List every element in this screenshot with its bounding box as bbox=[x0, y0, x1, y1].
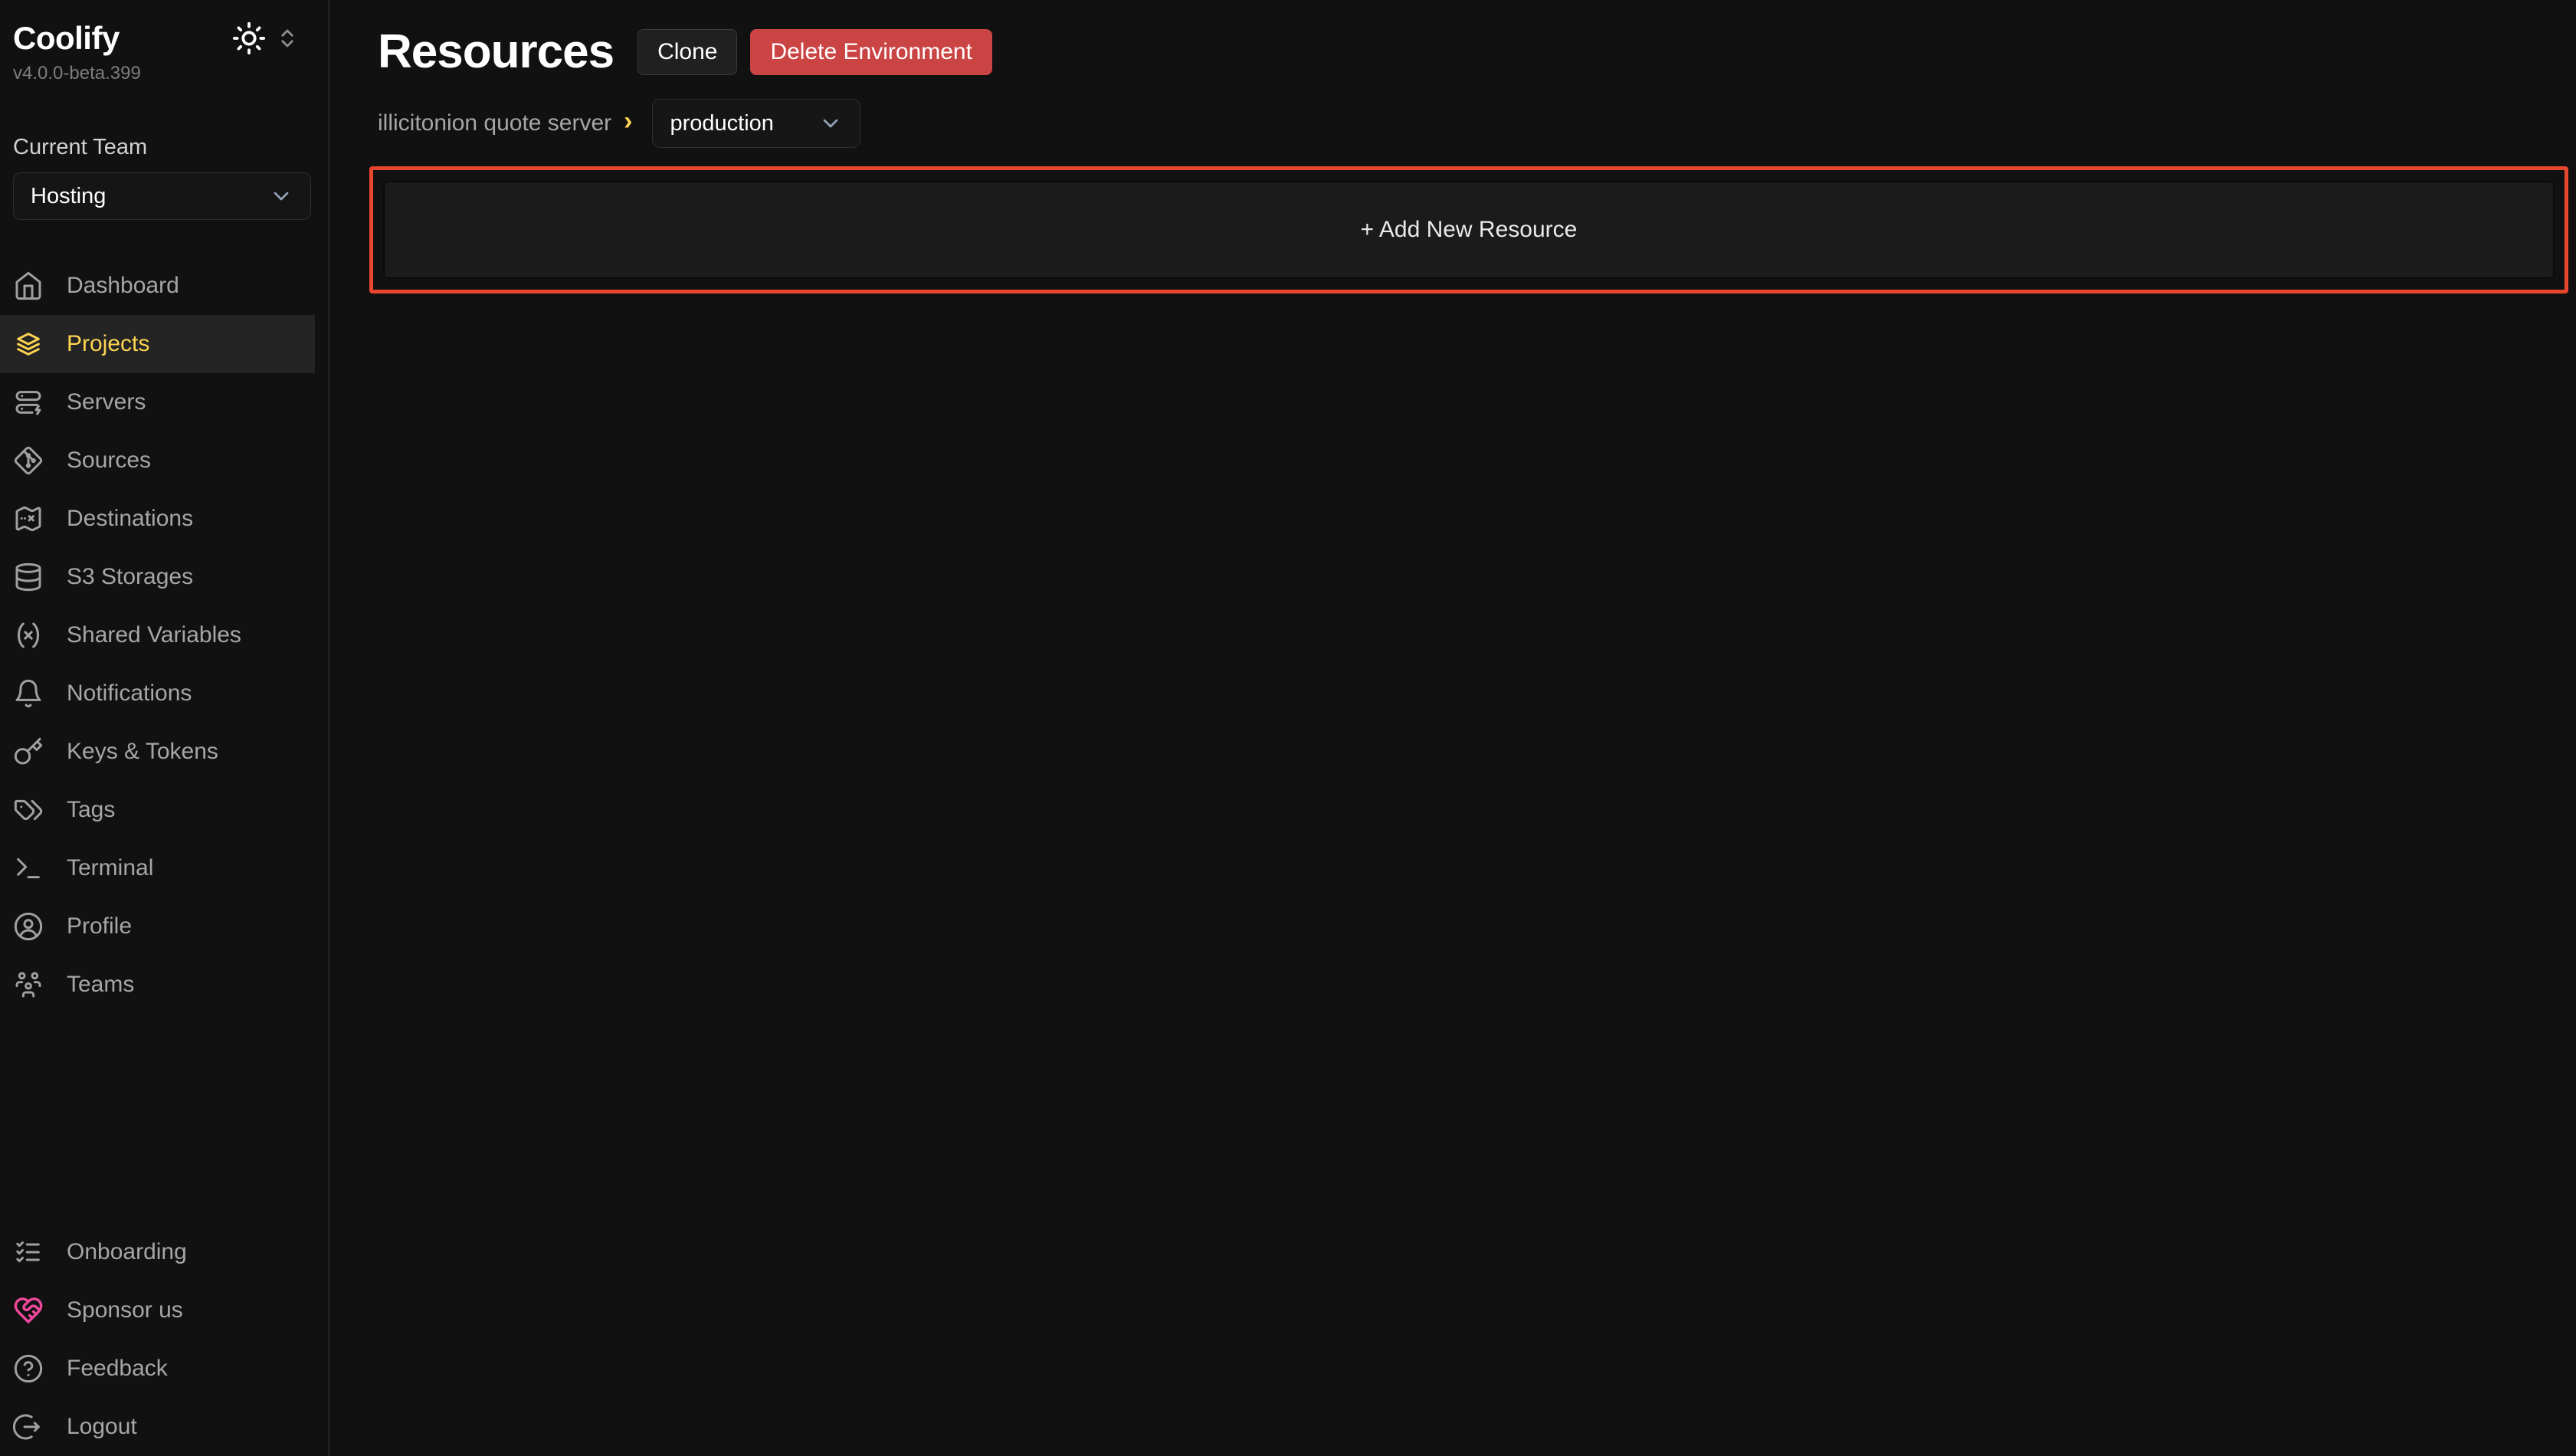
sidebar-item-label: Terminal bbox=[67, 855, 153, 881]
sidebar-item-label: Sources bbox=[67, 448, 151, 474]
sidebar-item-label: Dashboard bbox=[67, 273, 179, 299]
team-select-value: Hosting bbox=[31, 184, 106, 209]
sidebar-item-label: Shared Variables bbox=[67, 622, 241, 648]
sidebar-item-label: Onboarding bbox=[67, 1239, 187, 1265]
current-team-label: Current Team bbox=[13, 135, 311, 160]
sidebar-header: Coolify v4.0.0-beta.399 bbox=[0, 0, 328, 84]
chevron-down-icon bbox=[269, 184, 293, 208]
sidebar-item-label: Profile bbox=[67, 913, 132, 940]
theme-toggle-sun-icon[interactable] bbox=[231, 21, 267, 56]
sidebar-item-label: Keys & Tokens bbox=[67, 739, 218, 765]
sidebar-item-teams[interactable]: Teams bbox=[0, 956, 315, 1014]
breadcrumb-project[interactable]: illicitonion quote server bbox=[378, 110, 611, 136]
database-icon bbox=[13, 562, 44, 592]
sidebar-item-logout[interactable]: Logout bbox=[0, 1398, 315, 1456]
sidebar: Coolify v4.0.0-beta.399 Current Team Hos… bbox=[0, 0, 329, 1456]
sidebar-item-s3-storages[interactable]: S3 Storages bbox=[0, 548, 315, 606]
sidebar-item-profile[interactable]: Profile bbox=[0, 897, 315, 956]
terminal-icon bbox=[13, 853, 44, 884]
sidebar-item-label: S3 Storages bbox=[67, 564, 193, 590]
environment-select-value: production bbox=[670, 111, 773, 136]
sidebar-item-terminal[interactable]: Terminal bbox=[0, 839, 315, 897]
sidebar-menu: Dashboard Projects Servers Sources Destinati… bbox=[0, 257, 328, 1014]
key-icon bbox=[13, 736, 44, 767]
variable-icon bbox=[13, 620, 44, 651]
chevron-down-icon bbox=[818, 111, 843, 136]
user-circle-icon bbox=[13, 911, 44, 942]
team-select[interactable]: Hosting bbox=[13, 172, 311, 220]
users-group-icon bbox=[13, 969, 44, 1000]
sidebar-footer-menu: Onboarding Sponsor us Feedback Logout bbox=[0, 1223, 328, 1456]
breadcrumb-chevron-icon: › bbox=[624, 108, 632, 139]
sidebar-item-notifications[interactable]: Notifications bbox=[0, 664, 315, 723]
bell-icon bbox=[13, 678, 44, 709]
sidebar-item-label: Teams bbox=[67, 972, 134, 998]
app-title: Coolify bbox=[13, 20, 120, 57]
home-icon bbox=[13, 271, 44, 301]
heart-handshake-icon bbox=[13, 1295, 44, 1326]
sidebar-item-label: Destinations bbox=[67, 506, 193, 532]
sidebar-item-sources[interactable]: Sources bbox=[0, 431, 315, 490]
chevrons-up-down-icon[interactable] bbox=[276, 27, 299, 50]
page-header: Resources Clone Delete Environment bbox=[378, 25, 2576, 79]
server-bolt-icon bbox=[13, 387, 44, 418]
focus-highlight-border: + Add New Resource bbox=[369, 166, 2568, 293]
sidebar-item-label: Projects bbox=[67, 331, 149, 357]
page-title: Resources bbox=[378, 25, 614, 79]
sidebar-item-feedback[interactable]: Feedback bbox=[0, 1340, 315, 1398]
sidebar-item-dashboard[interactable]: Dashboard bbox=[0, 257, 315, 315]
help-circle-icon bbox=[13, 1353, 44, 1384]
sidebar-item-label: Sponsor us bbox=[67, 1297, 183, 1323]
app-version: v4.0.0-beta.399 bbox=[13, 63, 299, 84]
sidebar-item-onboarding[interactable]: Onboarding bbox=[0, 1223, 315, 1281]
sidebar-item-label: Logout bbox=[67, 1414, 137, 1440]
sidebar-item-label: Servers bbox=[67, 389, 146, 415]
main-content: Resources Clone Delete Environment illic… bbox=[329, 0, 2576, 1456]
sidebar-item-projects[interactable]: Projects bbox=[0, 315, 315, 373]
sidebar-item-label: Notifications bbox=[67, 680, 192, 707]
environment-select[interactable]: production bbox=[652, 99, 860, 148]
sidebar-item-label: Feedback bbox=[67, 1356, 168, 1382]
add-new-resource-button[interactable]: + Add New Resource bbox=[383, 181, 2555, 279]
layers-icon bbox=[13, 329, 44, 359]
sidebar-item-servers[interactable]: Servers bbox=[0, 373, 315, 431]
git-icon bbox=[13, 445, 44, 476]
map-icon bbox=[13, 503, 44, 534]
sidebar-item-destinations[interactable]: Destinations bbox=[0, 490, 315, 548]
sidebar-item-label: Tags bbox=[67, 797, 115, 823]
sidebar-item-tags[interactable]: Tags bbox=[0, 781, 315, 839]
sidebar-item-keys-and-tokens[interactable]: Keys & Tokens bbox=[0, 723, 315, 781]
sidebar-item-sponsor-us[interactable]: Sponsor us bbox=[0, 1281, 315, 1340]
clone-button[interactable]: Clone bbox=[637, 29, 737, 75]
breadcrumb: illicitonion quote server › production bbox=[378, 99, 2576, 148]
sidebar-spacer bbox=[0, 1014, 328, 1223]
checklist-icon bbox=[13, 1237, 44, 1267]
sidebar-item-shared-variables[interactable]: Shared Variables bbox=[0, 606, 315, 664]
tags-icon bbox=[13, 795, 44, 825]
delete-environment-button[interactable]: Delete Environment bbox=[750, 29, 991, 75]
logout-icon bbox=[13, 1412, 44, 1442]
